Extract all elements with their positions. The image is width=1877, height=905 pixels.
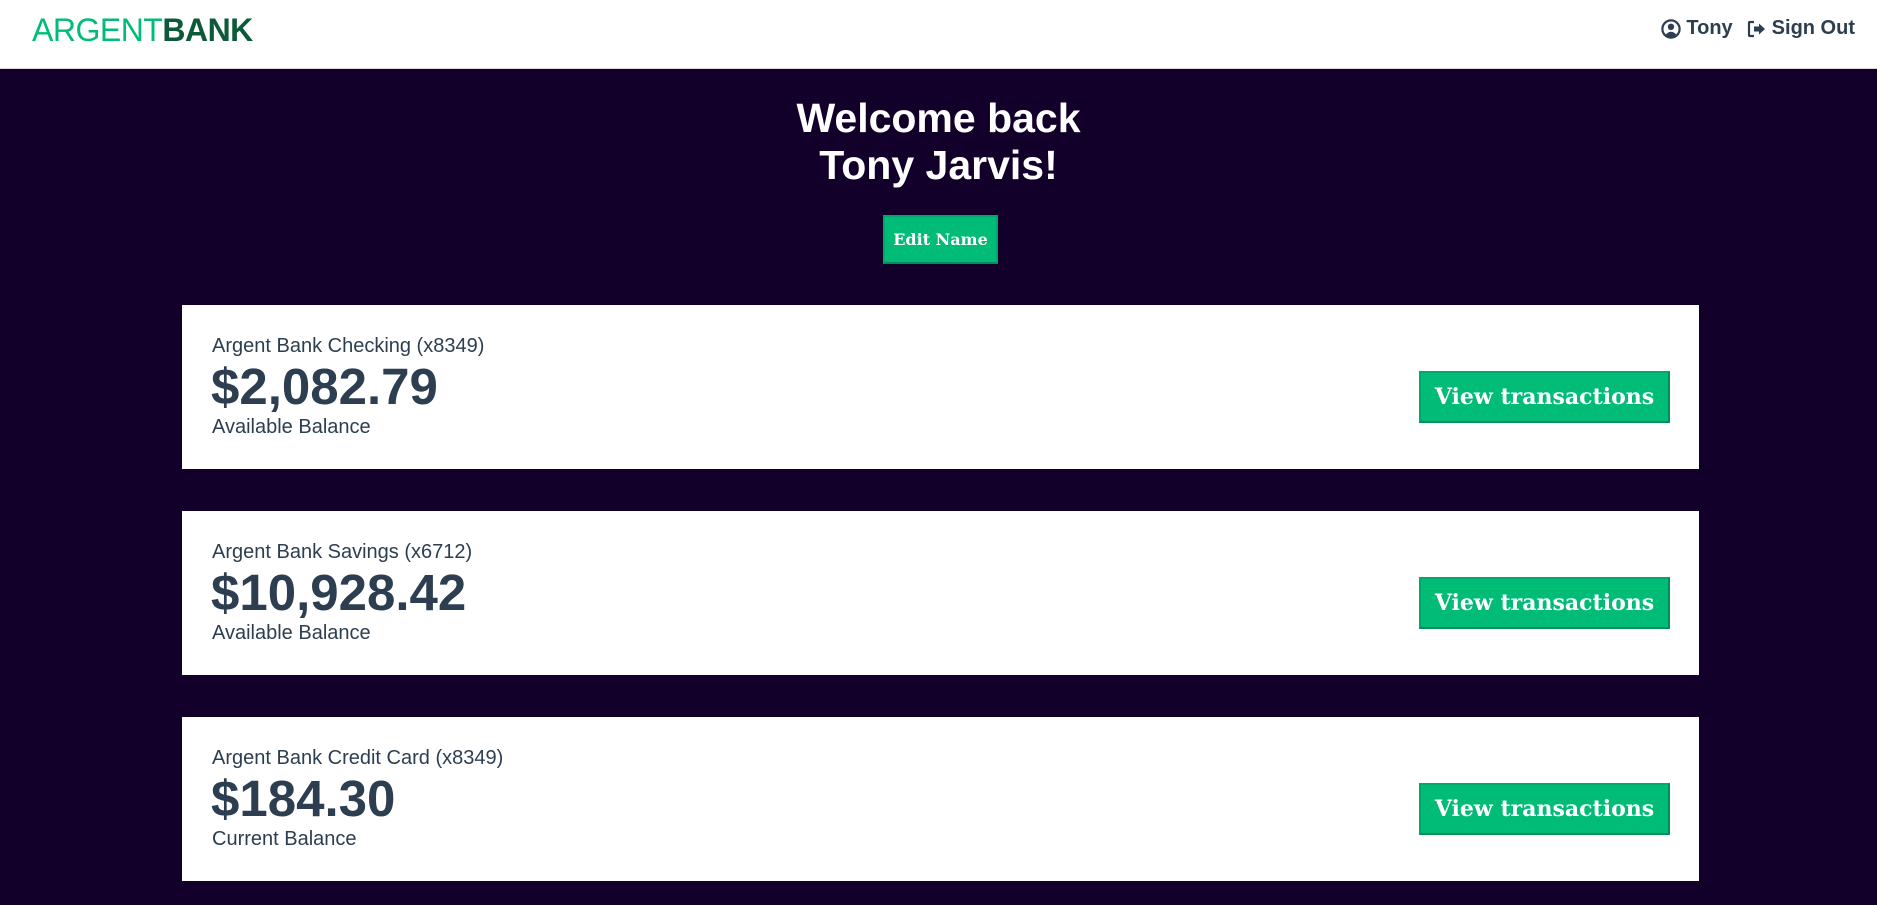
account-card-savings: Argent Bank Savings (x6712) $10,928.42 A… xyxy=(182,511,1699,675)
welcome-heading: Welcome back Tony Jarvis! xyxy=(0,95,1877,189)
account-title: Argent Bank Savings (x6712) xyxy=(212,541,473,563)
welcome-line-1: Welcome back xyxy=(796,95,1081,141)
view-transactions-button[interactable]: View transactions xyxy=(1419,783,1670,835)
argent-bank-logo[interactable]: ARGENTBANK xyxy=(32,12,253,48)
account-amount-description: Available Balance xyxy=(212,416,371,438)
user-profile-link[interactable]: Tony xyxy=(1661,17,1733,40)
account-title: Argent Bank Credit Card (x8349) xyxy=(212,747,504,769)
account-amount: $2,082.79 xyxy=(211,358,438,415)
account-amount: $10,928.42 xyxy=(211,564,467,621)
account-title: Argent Bank Checking (x8349) xyxy=(212,335,485,357)
logo-text-argent: ARGENT xyxy=(32,12,163,48)
main-nav: ARGENTBANK Tony Sign Out xyxy=(0,0,1877,69)
account-card-credit: Argent Bank Credit Card (x8349) $184.30 … xyxy=(182,717,1699,881)
logo-text-bank: BANK xyxy=(162,12,253,48)
sign-out-link[interactable]: Sign Out xyxy=(1747,17,1855,40)
sign-out-label: Sign Out xyxy=(1771,17,1855,39)
welcome-header: Welcome back Tony Jarvis! xyxy=(0,95,1877,189)
nav-links: Tony Sign Out xyxy=(1661,17,1855,40)
view-transactions-button[interactable]: View transactions xyxy=(1419,371,1670,423)
account-card-checking: Argent Bank Checking (x8349) $2,082.79 A… xyxy=(182,305,1699,469)
user-circle-icon xyxy=(1661,18,1682,39)
account-amount-description: Current Balance xyxy=(212,828,357,850)
account-amount: $184.30 xyxy=(211,770,396,827)
user-name-label: Tony xyxy=(1686,17,1733,39)
account-amount-description: Available Balance xyxy=(212,622,371,644)
welcome-user-name: Tony Jarvis! xyxy=(819,142,1058,188)
view-transactions-button[interactable]: View transactions xyxy=(1419,577,1670,629)
edit-name-button[interactable]: Edit Name xyxy=(883,215,998,264)
sign-out-icon xyxy=(1747,20,1767,38)
